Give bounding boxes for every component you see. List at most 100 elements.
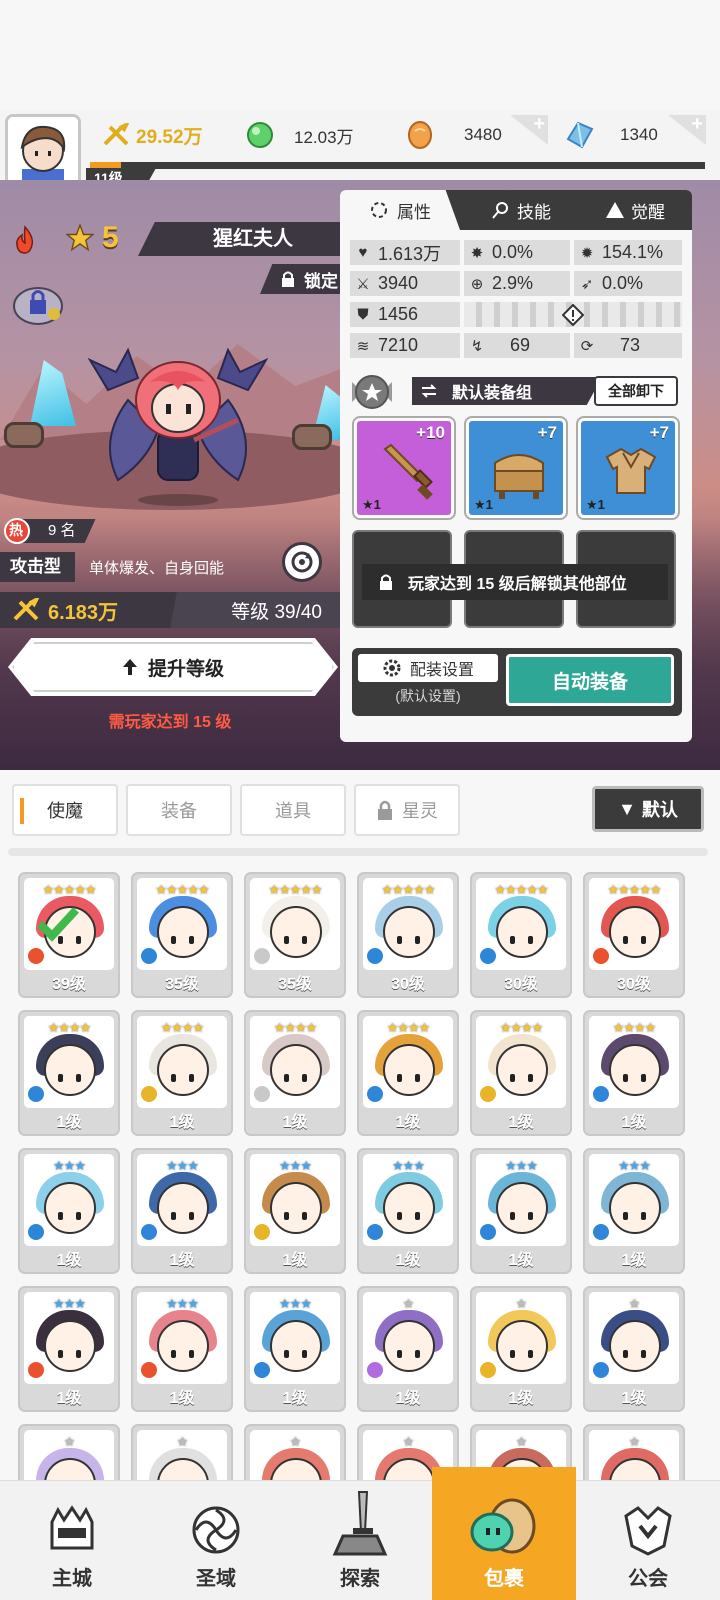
stat-resist: ⟳ 73: [574, 333, 682, 358]
familiar-card[interactable]: ★★★★ 1级: [470, 1010, 572, 1136]
familiar-eye: [623, 936, 628, 944]
stat-crit-value: 0.0%: [492, 242, 534, 262]
familiar-card[interactable]: ★★★★★ 39级: [18, 872, 120, 998]
config-settings-button[interactable]: 配装设置: [358, 654, 498, 682]
familiar-face: [383, 1320, 435, 1372]
familiar-card[interactable]: ★★★★ 1级: [357, 1010, 459, 1136]
equip-star: ★1: [362, 497, 381, 512]
nav-sanctuary[interactable]: 圣域: [144, 1481, 288, 1600]
familiar-portrait: ★★★★★: [250, 878, 340, 970]
stat-defense-value: 1456: [378, 304, 419, 324]
upgrade-level-button[interactable]: 提升等级: [8, 638, 338, 696]
familiar-card[interactable]: ★: [18, 1424, 120, 1482]
resist-swirl-icon: ⟳: [580, 337, 594, 355]
tab-equipment[interactable]: 装备: [126, 784, 232, 836]
element-icon: [28, 948, 44, 964]
familiar-eye: [415, 1074, 420, 1082]
add-crystal-button[interactable]: +: [668, 115, 706, 145]
familiar-card[interactable]: ★★★★ 1级: [131, 1010, 233, 1136]
familiar-card[interactable]: ★★★ 1级: [470, 1148, 572, 1274]
tab-items[interactable]: 道具: [240, 784, 346, 836]
familiar-card[interactable]: ★★★ 1级: [244, 1286, 346, 1412]
familiar-card[interactable]: ★★★★ 1级: [583, 1010, 685, 1136]
checkmark-icon: [37, 907, 79, 942]
nav-sanctuary-label: 圣域: [196, 1568, 236, 1590]
familiar-card[interactable]: ★ 1级: [357, 1286, 459, 1412]
familiar-portrait: ★★★: [476, 1154, 566, 1246]
hero-name: 猩红夫人: [138, 222, 348, 256]
helmet-lock-icon[interactable]: [10, 280, 68, 326]
familiar-face: [609, 1182, 661, 1234]
familiar-card[interactable]: ★: [131, 1424, 233, 1482]
familiar-eye: [641, 1212, 646, 1220]
familiar-card[interactable]: ★ 1级: [583, 1286, 685, 1412]
hero-power-value: 6.183万: [48, 601, 119, 624]
tab-star-spirits[interactable]: 星灵: [354, 784, 460, 836]
config-settings-label: 配装设置: [409, 662, 474, 679]
familiar-portrait: ★★★: [137, 1154, 227, 1246]
familiar-card[interactable]: ★★★★★ 30级: [470, 872, 572, 998]
element-icon: [28, 1086, 44, 1102]
auto-equip-button[interactable]: 自动装备: [506, 654, 674, 706]
familiar-card[interactable]: ★★★★★ 35级: [131, 872, 233, 998]
nav-main-city[interactable]: 主城: [0, 1481, 144, 1600]
hero-type: 攻击型: [0, 552, 75, 582]
unequip-all-button[interactable]: 全部卸下: [594, 376, 678, 406]
familiar-card[interactable]: ★★★ 1级: [131, 1286, 233, 1412]
target-icon: ⊕: [470, 275, 484, 293]
familiar-face: [383, 1044, 435, 1096]
element-icon: [141, 1362, 157, 1378]
familiar-eye: [623, 1350, 628, 1358]
familiar-stars: ★★★★: [612, 1020, 657, 1035]
familiar-grid: ★★★★★ 39级 ★★★★★ 35级 ★★★★★ 35级 ★★★★★ 30级 ★★★★★ 30级…: [18, 872, 708, 1482]
tab-skills[interactable]: 技能: [464, 190, 578, 230]
lock-button[interactable]: 锁定: [260, 264, 348, 294]
armor-icon: [605, 447, 657, 494]
familiar-card[interactable]: ★ 1级: [470, 1286, 572, 1412]
equipment-set-selector[interactable]: 默认装备组: [412, 377, 602, 405]
familiar-card[interactable]: ★★★ 1级: [18, 1286, 120, 1412]
familiar-level: 1级: [282, 1252, 308, 1269]
equip-star: ★1: [586, 497, 605, 512]
familiar-card[interactable]: ★★★ 1级: [131, 1148, 233, 1274]
add-coin-button[interactable]: +: [510, 115, 548, 145]
familiar-card[interactable]: ★★★★★ 35级: [244, 872, 346, 998]
familiar-card[interactable]: ★★★★★ 30级: [583, 872, 685, 998]
familiar-card[interactable]: ★★★ 1级: [18, 1148, 120, 1274]
sort-dropdown[interactable]: ▼ 默认: [592, 786, 704, 832]
familiar-portrait: ★★★: [250, 1154, 340, 1246]
nav-bag[interactable]: 包裹: [432, 1467, 576, 1600]
familiar-card[interactable]: ★: [244, 1424, 346, 1482]
hero-description: 单体爆发、自身回能: [89, 559, 225, 577]
familiar-card[interactable]: ★★★ 1级: [357, 1148, 459, 1274]
lock-icon: [378, 800, 392, 820]
familiar-portrait: ★★★★: [24, 1016, 114, 1108]
stat-resist-value: 73: [620, 335, 641, 355]
nav-explore[interactable]: 探索: [288, 1481, 432, 1600]
familiar-card[interactable]: ★★★★★ 30级: [357, 872, 459, 998]
castle-icon: [50, 1505, 94, 1550]
familiar-eye: [623, 1212, 628, 1220]
equip-slot-armor[interactable]: +7 ★1: [578, 418, 678, 518]
tab-awaken[interactable]: 觉醒: [578, 190, 692, 230]
tab-familiars[interactable]: 使魔: [12, 784, 118, 836]
stat-hit-value: 2.9%: [492, 273, 534, 293]
equip-slot-head[interactable]: +7 ★1: [466, 418, 566, 518]
tab-attributes[interactable]: 属性: [340, 190, 460, 230]
coin-icon: [408, 121, 432, 149]
familiar-card[interactable]: ★★★ 1级: [583, 1148, 685, 1274]
tab-star-spirits-label: 星灵: [402, 801, 438, 821]
element-icon: [254, 1362, 270, 1378]
familiar-card[interactable]: ★: [583, 1424, 685, 1482]
equip-slot-weapon[interactable]: +10 ★1: [354, 418, 454, 518]
crossed-swords-icon: [103, 123, 130, 146]
familiar-card[interactable]: ★★★ 1级: [244, 1148, 346, 1274]
familiar-card[interactable]: ★★★★ 1级: [18, 1010, 120, 1136]
familiar-eye: [58, 1212, 63, 1220]
switch-hero-button[interactable]: [282, 542, 322, 582]
familiar-portrait: ★: [589, 1292, 679, 1384]
familiar-card[interactable]: ★★★★ 1级: [244, 1010, 346, 1136]
player-avatar[interactable]: [5, 114, 81, 190]
nav-guild[interactable]: 公会: [576, 1481, 720, 1600]
familiar-eye: [76, 1212, 81, 1220]
